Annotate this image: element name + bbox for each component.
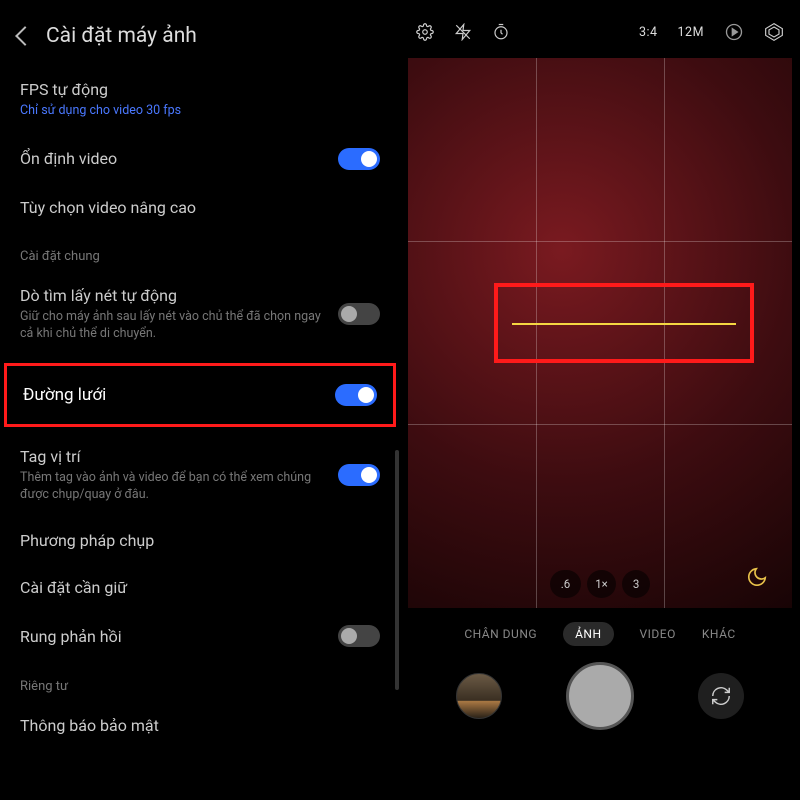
fps-label: FPS tự động — [20, 80, 370, 99]
stabilize-toggle[interactable] — [338, 148, 380, 170]
level-line-icon — [512, 323, 736, 325]
zoom-wide[interactable]: .6 — [550, 570, 582, 598]
shutter-button[interactable] — [566, 662, 634, 730]
camera-topbar: 3:4 12M — [400, 0, 800, 50]
advanced-label: Tùy chọn video nâng cao — [20, 198, 370, 217]
filters-icon[interactable] — [764, 22, 784, 42]
highlight-box-annotation — [494, 283, 754, 363]
zoom-main[interactable]: 1× — [587, 570, 616, 598]
row-location-tag[interactable]: Tag vị trí Thêm tag vào ảnh và video để … — [0, 433, 400, 518]
af-toggle[interactable] — [338, 303, 380, 325]
haptic-toggle[interactable] — [338, 625, 380, 647]
method-label: Phương pháp chụp — [20, 531, 370, 550]
geo-toggle[interactable] — [338, 464, 380, 486]
row-gridlines-highlighted[interactable]: Đường lưới — [4, 363, 396, 427]
af-sub: Giữ cho máy ảnh sau lấy nét vào chủ thể … — [20, 309, 328, 343]
night-mode-icon[interactable] — [746, 566, 768, 592]
gallery-thumbnail[interactable] — [456, 673, 502, 719]
scrollbar[interactable] — [395, 450, 399, 690]
back-icon[interactable] — [15, 26, 35, 46]
privacy-label: Thông báo bảo mật — [20, 716, 370, 735]
camera-controls — [400, 652, 800, 730]
megapixel[interactable]: 12M — [678, 25, 704, 40]
settings-header: Cài đặt máy ảnh — [0, 24, 400, 66]
zoom-tele[interactable]: 3 — [622, 570, 650, 598]
mode-more[interactable]: KHÁC — [702, 622, 736, 646]
settings-panel: Cài đặt máy ảnh FPS tự động Chỉ sử dụng … — [0, 0, 400, 800]
grid-toggle[interactable] — [335, 384, 377, 406]
haptic-label: Rung phản hồi — [20, 627, 328, 646]
viewfinder-wrap: .6 1× 3 — [400, 58, 800, 608]
row-stabilize[interactable]: Ổn định video — [0, 134, 400, 184]
mode-portrait[interactable]: CHÂN DUNG — [464, 622, 537, 646]
zoom-selector: .6 1× 3 — [408, 570, 792, 598]
row-autofocus-tracking[interactable]: Dò tìm lấy nét tự động Giữ cho máy ảnh s… — [0, 272, 400, 357]
row-shooting-method[interactable]: Phương pháp chụp — [0, 517, 400, 564]
grid-line-h1 — [408, 241, 792, 242]
settings-gear-icon[interactable] — [416, 23, 434, 41]
row-settings-keep[interactable]: Cài đặt cần giữ — [0, 564, 400, 611]
geo-sub: Thêm tag vào ảnh và video để bạn có thể … — [20, 470, 328, 504]
af-label: Dò tìm lấy nét tự động — [20, 286, 328, 305]
fps-sub: Chỉ sử dụng cho video 30 fps — [20, 103, 370, 120]
grid-line-h2 — [408, 424, 792, 425]
row-fps-auto[interactable]: FPS tự động Chỉ sử dụng cho video 30 fps — [0, 66, 400, 134]
row-advanced-video[interactable]: Tùy chọn video nâng cao — [0, 184, 400, 231]
aspect-ratio[interactable]: 3:4 — [639, 25, 658, 40]
row-privacy-notice[interactable]: Thông báo bảo mật — [0, 702, 400, 749]
switch-camera-button[interactable] — [698, 673, 744, 719]
stabilize-label: Ổn định video — [20, 149, 328, 168]
row-haptic[interactable]: Rung phản hồi — [0, 611, 400, 661]
section-general: Cài đặt chung — [0, 231, 400, 272]
page-title: Cài đặt máy ảnh — [46, 24, 197, 48]
geo-label: Tag vị trí — [20, 447, 328, 466]
mode-photo[interactable]: ẢNH — [563, 622, 613, 646]
grid-label: Đường lưới — [23, 385, 106, 405]
timer-icon[interactable] — [492, 23, 510, 41]
keep-label: Cài đặt cần giữ — [20, 578, 370, 597]
mode-selector: CHÂN DUNG ẢNH VIDEO KHÁC — [400, 608, 800, 652]
mode-video[interactable]: VIDEO — [640, 622, 676, 646]
viewfinder[interactable]: .6 1× 3 — [408, 58, 792, 608]
section-privacy: Riêng tư — [0, 661, 400, 702]
flash-icon[interactable] — [454, 23, 472, 41]
camera-panel: 3:4 12M .6 1× 3 — [400, 0, 800, 800]
motion-photo-icon[interactable] — [724, 22, 744, 42]
